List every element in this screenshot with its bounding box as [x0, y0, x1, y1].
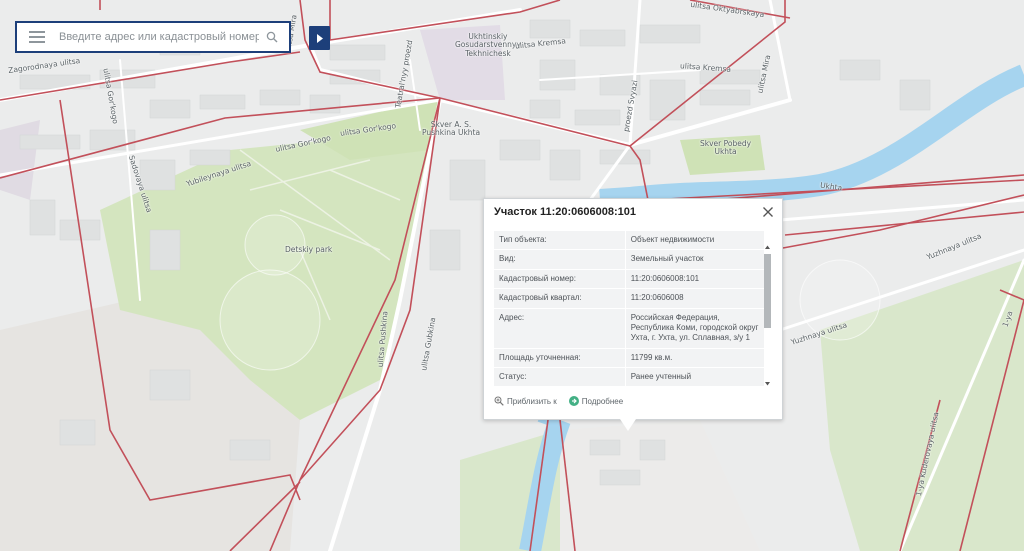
zoom-in-magnifier-icon: [494, 396, 504, 406]
attr-key: Кадастровый номер:: [494, 269, 625, 289]
details-label: Подробнее: [581, 396, 624, 406]
zoom-to-button[interactable]: Приблизить к: [494, 396, 557, 406]
scroll-up-arrow-icon[interactable]: [764, 244, 771, 251]
attr-value: Российская Федерация, Республика Коми, г…: [624, 308, 764, 348]
scrollbar[interactable]: [763, 244, 772, 387]
attr-value: Ранее учтенный: [624, 368, 764, 386]
search-bar: [15, 21, 291, 53]
attr-value: 11799 кв.м.: [624, 348, 764, 368]
close-icon[interactable]: [762, 205, 774, 217]
zoom-to-label: Приблизить к: [507, 396, 557, 406]
table-row: Кадастровый квартал: 11:20:0606008: [494, 289, 764, 308]
scroll-down-arrow-icon[interactable]: [764, 380, 771, 387]
table-row: Адрес: Российская Федерация, Республика К…: [494, 308, 764, 348]
map-label-poi: Ukhtinskiy Gosudarstvennyy Tekhnichesk: [455, 32, 521, 58]
table-row: Площадь уточненная: 11799 кв.м.: [494, 348, 764, 368]
attr-key: Кадастровый квартал:: [494, 289, 625, 308]
attr-value: 11:20:0606008: [624, 289, 764, 308]
parcel-info-popup: Участок 11:20:0606008:101 Тип объекта: Об…: [483, 198, 783, 420]
map-label-poi: Skver Pobedy Ukhta: [700, 139, 752, 157]
attr-key: Площадь уточненная:: [494, 348, 625, 368]
attributes-table-container[interactable]: Тип объекта: Объект недвижимости Вид: Земе…: [494, 230, 774, 386]
popup-title: Участок 11:20:0606008:101: [494, 206, 637, 218]
attributes-table: Тип объекта: Объект недвижимости Вид: Земе…: [494, 230, 764, 386]
attr-key: Вид:: [494, 250, 625, 269]
map-label-poi: Skver A. S. Pushkina Ukhta: [422, 120, 481, 138]
hamburger-menu-icon[interactable]: [17, 23, 57, 51]
table-row: Статус: Ранее учтенный: [494, 368, 764, 386]
map-label-poi: Detskiy park: [285, 245, 333, 254]
search-icon[interactable]: [261, 26, 283, 48]
attr-key: Статус:: [494, 368, 625, 386]
attr-key: Тип объекта:: [494, 231, 625, 250]
popup-pointer: [620, 419, 636, 431]
panel-toggle-button[interactable]: [309, 26, 330, 50]
search-input[interactable]: [57, 25, 261, 49]
attr-value: 11:20:0606008:101: [624, 269, 764, 289]
arrow-right-circle-icon: [568, 396, 579, 406]
details-button[interactable]: Подробнее: [568, 396, 624, 406]
scrollbar-thumb[interactable]: [764, 254, 771, 328]
table-row: Тип объекта: Объект недвижимости: [494, 231, 764, 250]
attr-value: Земельный участок: [624, 250, 764, 269]
popup-actions: Приблизить к Подробнее: [494, 396, 623, 406]
attr-key: Адрес:: [494, 308, 625, 348]
play-triangle-icon: [316, 33, 323, 43]
table-row: Кадастровый номер: 11:20:0606008:101: [494, 269, 764, 289]
table-row: Вид: Земельный участок: [494, 250, 764, 269]
attr-value: Объект недвижимости: [624, 231, 764, 250]
